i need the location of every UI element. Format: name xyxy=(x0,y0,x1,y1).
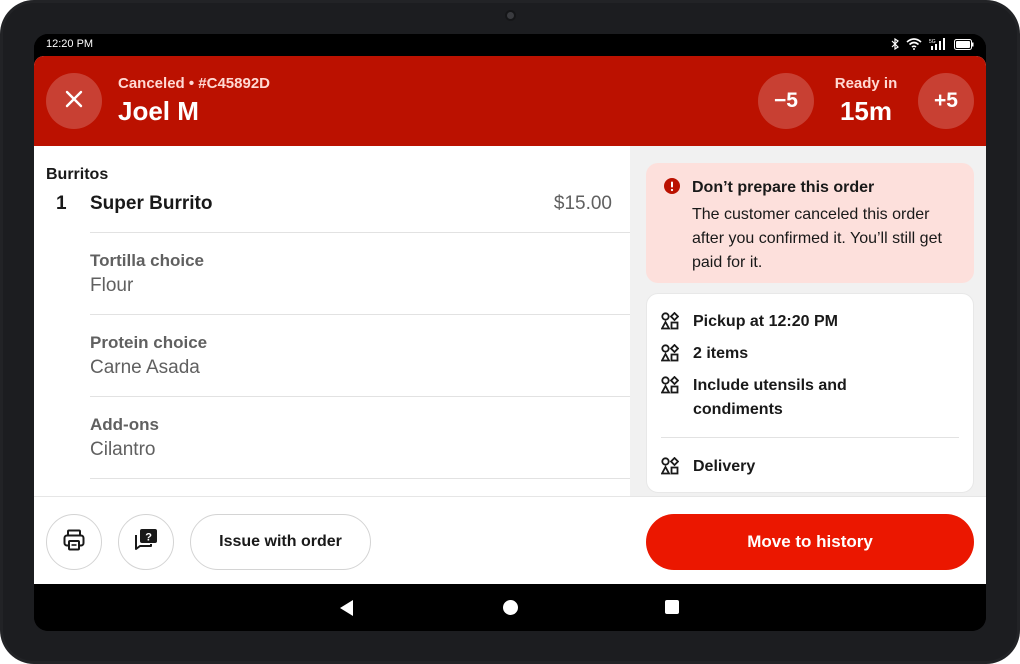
detail-row-utensils: Include utensils and condiments xyxy=(660,374,893,422)
divider xyxy=(90,314,630,315)
detail-row-items: 2 items xyxy=(660,342,893,367)
option-label: Tortilla choice xyxy=(90,251,204,270)
divider xyxy=(90,478,630,479)
back-icon[interactable] xyxy=(340,600,353,616)
status-bar: 12:20 PM 5G xyxy=(34,34,986,56)
recent-apps-icon[interactable] xyxy=(665,600,679,614)
shapes-icon xyxy=(660,342,693,367)
order-header: Canceled • #C45892D Joel M −5 Ready in 1… xyxy=(34,56,986,146)
item-name: Super Burrito xyxy=(90,193,213,214)
tablet-frame: 12:20 PM 5G Canceled • #C45892D Joel M −… xyxy=(0,0,1020,664)
help-button[interactable]: ? xyxy=(118,514,174,570)
item-price: $15.00 xyxy=(553,193,612,214)
alert-title: Don’t prepare this order xyxy=(692,179,875,196)
signal-5g-icon: 5G xyxy=(929,38,947,50)
order-details-card: Pickup at 12:20 PM 2 items Include utens… xyxy=(646,293,974,493)
detail-row-delivery: Delivery xyxy=(660,455,893,480)
ready-in-value: 15m xyxy=(839,96,893,126)
order-detail-screen: Canceled • #C45892D Joel M −5 Ready in 1… xyxy=(34,56,986,584)
cancel-alert: Don’t prepare this order The customer ca… xyxy=(646,163,974,283)
screen: 12:20 PM 5G Canceled • #C45892D Joel M −… xyxy=(34,34,986,631)
option-label: Protein choice xyxy=(90,333,208,352)
help-chat-icon: ? xyxy=(133,527,159,558)
detail-text: Include utensils and condiments xyxy=(693,377,847,418)
issue-with-order-button[interactable]: Issue with order xyxy=(190,514,371,570)
alert-body: The customer canceled this order after y… xyxy=(692,206,942,271)
divider xyxy=(90,396,630,397)
shapes-icon xyxy=(660,310,693,335)
detail-text: Pickup at 12:20 PM xyxy=(693,313,838,330)
system-nav-bar xyxy=(34,584,986,631)
order-items-list: Burritos 1 Super Burrito $15.00 Tortilla… xyxy=(34,146,630,496)
order-status: Canceled • #C45892D xyxy=(118,75,270,92)
divider xyxy=(90,232,630,233)
print-button[interactable] xyxy=(46,514,102,570)
option-label: Add-ons xyxy=(90,415,159,434)
detail-text: Delivery xyxy=(693,458,756,475)
option-value: Flour xyxy=(90,275,134,296)
detail-text: 2 items xyxy=(693,345,749,362)
customer-name: Joel M xyxy=(118,96,199,126)
move-to-history-button[interactable]: Move to history xyxy=(646,514,974,570)
option-value: Cilantro xyxy=(90,439,156,460)
home-icon[interactable] xyxy=(503,600,518,615)
action-footer: ? Issue with order Move to history xyxy=(34,496,986,584)
wifi-icon xyxy=(906,38,922,50)
bluetooth-icon xyxy=(891,38,899,50)
status-time: 12:20 PM xyxy=(46,38,94,50)
shapes-icon xyxy=(660,374,693,422)
detail-row-pickup: Pickup at 12:20 PM xyxy=(660,310,893,335)
svg-text:5G: 5G xyxy=(929,39,936,45)
battery-icon xyxy=(954,38,974,50)
option-value: Carne Asada xyxy=(90,357,200,378)
ready-in-label: Ready in xyxy=(834,75,898,92)
decrease-time-button[interactable]: −5 xyxy=(758,73,814,129)
printer-icon xyxy=(62,528,86,557)
close-button[interactable] xyxy=(46,73,102,129)
item-quantity: 1 xyxy=(56,193,67,214)
category-heading: Burritos xyxy=(46,166,109,183)
camera-icon xyxy=(505,10,516,21)
error-icon xyxy=(664,178,680,199)
order-info-panel: Don’t prepare this order The customer ca… xyxy=(630,146,986,496)
svg-text:?: ? xyxy=(145,531,152,543)
close-icon xyxy=(65,90,83,113)
shapes-icon xyxy=(660,455,693,480)
increase-time-button[interactable]: +5 xyxy=(918,73,974,129)
divider xyxy=(661,437,959,438)
